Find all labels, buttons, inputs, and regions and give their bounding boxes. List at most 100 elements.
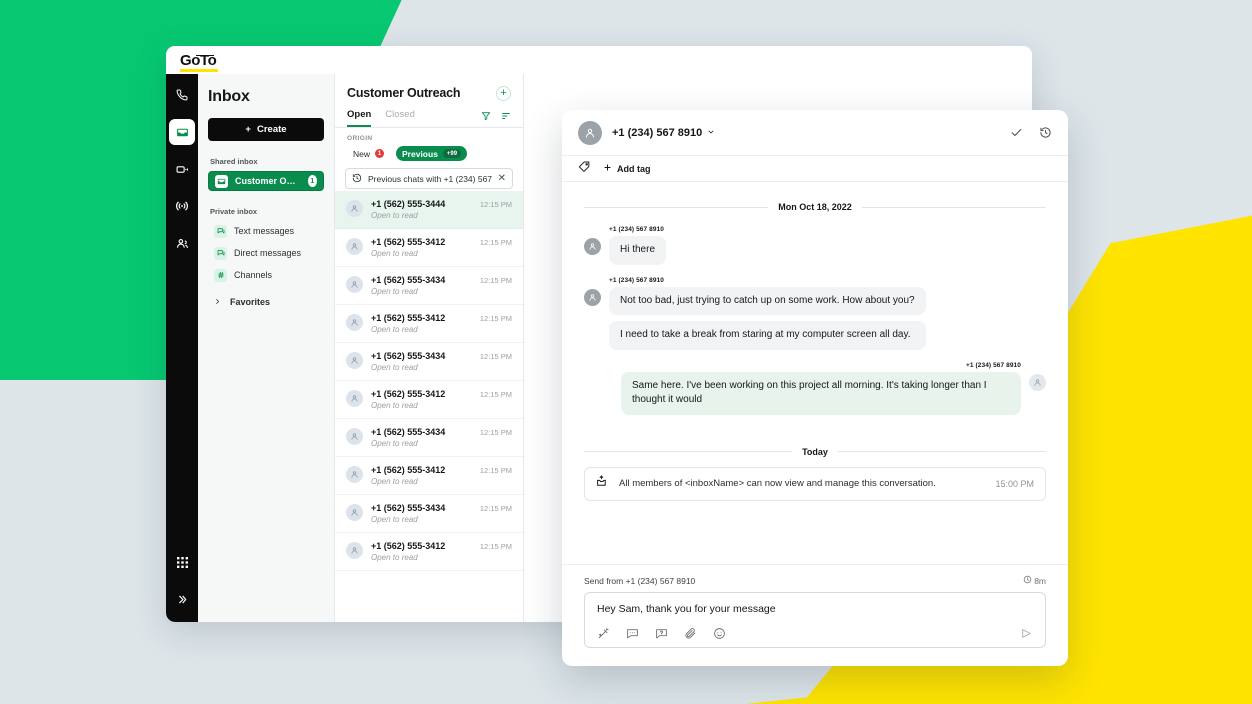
- sidebar-item-label: Channels: [234, 270, 273, 280]
- list-item-name: +1 (562) 555-3412: [371, 465, 446, 475]
- list-item-main: +1 (562) 555-3434 12:15 PM Open to read: [371, 503, 512, 524]
- list-item-preview: Open to read: [371, 477, 418, 486]
- template-question-icon[interactable]: [655, 627, 668, 640]
- separator-line: [861, 206, 1046, 208]
- shared-inbox-label: Shared inbox: [210, 157, 258, 166]
- message-input[interactable]: Hey Sam, thank you for your message: [597, 603, 1033, 615]
- rail-item-calls[interactable]: [169, 82, 195, 108]
- rail-item-meetings[interactable]: [169, 156, 195, 182]
- sidebar-item-label: Direct messages: [234, 248, 302, 258]
- list-item-main: +1 (562) 555-3412 12:15 PM Open to read: [371, 389, 512, 410]
- list-item[interactable]: +1 (562) 555-3412 12:15 PM Open to read: [335, 305, 523, 343]
- list-item-main: +1 (562) 555-3434 12:15 PM Open to read: [371, 351, 512, 372]
- sidebar-item-customer-outreach[interactable]: Customer Outreach 1: [208, 171, 324, 191]
- close-icon[interactable]: ✕: [498, 173, 506, 184]
- rail-item-inbox[interactable]: [169, 119, 195, 145]
- sort-icon[interactable]: [501, 111, 511, 121]
- list-item[interactable]: +1 (562) 555-3434 12:15 PM Open to read: [335, 343, 523, 381]
- list-item-top: +1 (562) 555-3434 12:15 PM: [371, 427, 512, 437]
- list-item-top: +1 (562) 555-3434 12:15 PM: [371, 275, 512, 285]
- plus-icon: +: [245, 124, 251, 135]
- sidebar-item-direct-messages[interactable]: Direct messages: [208, 243, 324, 263]
- list-item-main: +1 (562) 555-3434 12:15 PM Open to read: [371, 275, 512, 296]
- list-item-top: +1 (562) 555-3412 12:15 PM: [371, 541, 512, 551]
- favorites-toggle[interactable]: Favorites: [208, 287, 324, 307]
- system-message: All members of <inboxName> can now view …: [584, 466, 1046, 501]
- history-icon[interactable]: [1039, 126, 1052, 139]
- list-item-name: +1 (562) 555-3434: [371, 275, 446, 285]
- list-item-main: +1 (562) 555-3412 12:15 PM Open to read: [371, 237, 512, 258]
- list-item-name: +1 (562) 555-3412: [371, 237, 446, 247]
- rail-item-contacts[interactable]: [169, 230, 195, 256]
- list-item[interactable]: +1 (562) 555-3444 12:15 PM Open to read: [335, 191, 523, 229]
- active-filter-pill[interactable]: Previous chats with +1 (234) 567-8900 ✕: [345, 168, 513, 189]
- chip-new-label: New: [353, 148, 371, 159]
- sidebar-item-text-messages[interactable]: Text messages: [208, 221, 324, 241]
- sidebar-item-channels[interactable]: Channels: [208, 265, 324, 285]
- create-button[interactable]: + Create: [208, 118, 324, 141]
- avatar: [346, 200, 363, 217]
- list-item[interactable]: +1 (562) 555-3412 12:15 PM Open to read: [335, 457, 523, 495]
- app-rail: [166, 74, 198, 622]
- list-item[interactable]: +1 (562) 555-3434 12:15 PM Open to read: [335, 267, 523, 305]
- message-thread[interactable]: Mon Oct 18, 2022 +1 (234) 567 8910 Hi th…: [562, 182, 1068, 564]
- conversation-contact-dropdown[interactable]: +1 (234) 567 8910: [612, 127, 715, 139]
- list-item-time: 12:15 PM: [479, 466, 512, 475]
- tab-closed[interactable]: Closed: [385, 109, 415, 127]
- clock-icon: [1023, 575, 1032, 586]
- conversation-contact-name: +1 (234) 567 8910: [612, 126, 703, 139]
- chip-new[interactable]: New 1: [347, 146, 391, 161]
- filter-icon[interactable]: [481, 111, 491, 121]
- message-row-outgoing: +1 (234) 567 8910 Same here. I've been w…: [584, 362, 1046, 421]
- avatar: [346, 238, 363, 255]
- schedule-timer-value: 8m: [1034, 575, 1046, 586]
- composer-box[interactable]: Hey Sam, thank you for your message: [584, 592, 1046, 648]
- inbox-icon: [176, 126, 189, 139]
- schedule-timer[interactable]: 8m: [1023, 575, 1046, 586]
- list-tools: [481, 111, 511, 125]
- check-icon[interactable]: [1010, 126, 1023, 139]
- conversation-header-tools: [1010, 126, 1052, 139]
- tab-open[interactable]: Open: [347, 109, 372, 127]
- new-conversation-button[interactable]: +: [496, 86, 511, 101]
- magic-wand-icon[interactable]: [597, 627, 610, 640]
- private-inbox-label: Private inbox: [210, 207, 258, 216]
- list-item-time: 12:15 PM: [479, 200, 512, 209]
- list-item-time: 12:15 PM: [479, 276, 512, 285]
- message-sender: +1 (234) 567 8910: [609, 276, 665, 284]
- rail-item-expand[interactable]: [169, 586, 195, 612]
- emoji-icon[interactable]: [713, 627, 726, 640]
- day-separator: Today: [584, 447, 1046, 457]
- list-item[interactable]: +1 (562) 555-3434 12:15 PM Open to read: [335, 495, 523, 533]
- list-item[interactable]: +1 (562) 555-3412 12:15 PM Open to read: [335, 229, 523, 267]
- list-item-preview: Open to read: [371, 363, 418, 372]
- list-item-time: 12:15 PM: [479, 542, 512, 551]
- page-title: Inbox: [208, 88, 250, 105]
- video-camera-icon: [176, 163, 189, 176]
- add-tag-button[interactable]: Add tag: [603, 163, 651, 174]
- list-item[interactable]: +1 (562) 555-3412 12:15 PM Open to read: [335, 381, 523, 419]
- day-separator: Mon Oct 18, 2022: [584, 202, 1046, 212]
- list-item-main: +1 (562) 555-3434 12:15 PM Open to read: [371, 427, 512, 448]
- send-from-label[interactable]: Send from +1 (234) 567 8910: [584, 576, 695, 586]
- list-item[interactable]: +1 (562) 555-3412 12:15 PM Open to read: [335, 533, 523, 571]
- avatar: [346, 504, 363, 521]
- inbox-move-icon: [596, 475, 609, 493]
- canned-response-icon[interactable]: [626, 627, 639, 640]
- active-filter-text: Previous chats with +1 (234) 567-8900: [368, 173, 492, 184]
- list-item-top: +1 (562) 555-3444 12:15 PM: [371, 199, 512, 209]
- conversation-list[interactable]: +1 (562) 555-3444 12:15 PM Open to read …: [335, 191, 523, 622]
- list-item-time: 12:15 PM: [479, 428, 512, 437]
- list-item-preview: Open to read: [371, 439, 418, 448]
- paperclip-icon[interactable]: [684, 627, 697, 640]
- chip-previous[interactable]: Previous +99: [396, 146, 468, 161]
- phone-icon: [176, 89, 188, 101]
- list-item[interactable]: +1 (562) 555-3434 12:15 PM Open to read: [335, 419, 523, 457]
- rail-item-broadcast[interactable]: [169, 193, 195, 219]
- list-item-time: 12:15 PM: [479, 238, 512, 247]
- conversation-tabs: Open Closed: [335, 109, 523, 128]
- avatar: [346, 352, 363, 369]
- system-message-text: All members of <inboxName> can now view …: [619, 478, 936, 489]
- send-icon[interactable]: [1020, 627, 1033, 640]
- rail-item-apps[interactable]: [169, 549, 195, 575]
